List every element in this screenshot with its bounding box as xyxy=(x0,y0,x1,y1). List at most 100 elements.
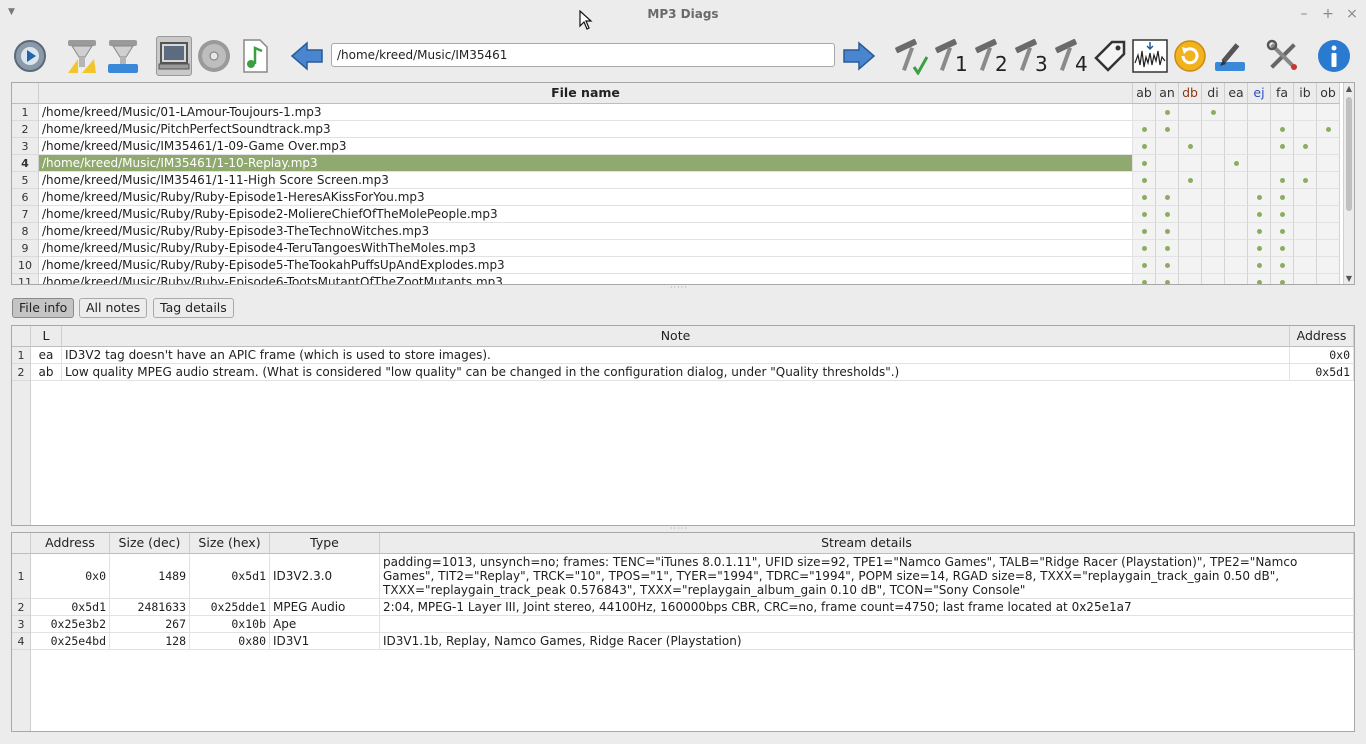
note-cell xyxy=(1225,274,1248,284)
file-name-cell[interactable]: /home/kreed/Music/Ruby/Ruby-Episode3-The… xyxy=(39,223,1133,240)
file-name-cell[interactable]: /home/kreed/Music/Ruby/Ruby-Episode1-Her… xyxy=(39,189,1133,206)
note-column-header[interactable]: ea xyxy=(1225,83,1248,104)
stream-size-hex-cell[interactable]: 0x10b xyxy=(190,616,270,633)
note-present-icon xyxy=(1303,178,1308,183)
stream-type-cell[interactable]: ID3V2.3.0 xyxy=(270,554,380,599)
previous-icon[interactable] xyxy=(289,36,325,76)
note-column-header[interactable]: di xyxy=(1202,83,1225,104)
close-icon[interactable]: × xyxy=(1344,6,1360,22)
stream-details-cell[interactable]: padding=1013, unsynch=no; frames: TENC="… xyxy=(380,554,1354,599)
note-column-header[interactable]: db xyxy=(1179,83,1202,104)
stream-size-dec-cell[interactable]: 1489 xyxy=(110,554,190,599)
custom-normalize-icon[interactable] xyxy=(892,36,928,76)
address-header[interactable]: Address xyxy=(1290,326,1354,347)
stream-size-hex-cell[interactable]: 0x25dde1 xyxy=(190,599,270,616)
file-name-cell[interactable]: /home/kreed/Music/IM35461/1-10-Replay.mp… xyxy=(39,155,1133,172)
note-column-header[interactable]: fa xyxy=(1271,83,1294,104)
file-name-cell[interactable]: /home/kreed/Music/Ruby/Ruby-Episode4-Ter… xyxy=(39,240,1133,257)
note-cell xyxy=(1294,155,1317,172)
note-address-cell[interactable]: 0x0 xyxy=(1290,347,1354,364)
stream-address-cell[interactable]: 0x25e4bd xyxy=(31,633,110,650)
stream-size-dec-cell[interactable]: 128 xyxy=(110,633,190,650)
stream-address-cell[interactable]: 0x0 xyxy=(31,554,110,599)
note-column-header[interactable]: an xyxy=(1156,83,1179,104)
address-header[interactable]: Address xyxy=(31,533,110,554)
path-input[interactable]: /home/kreed/Music/IM35461 xyxy=(331,43,835,67)
splitter-handle-2[interactable]: ····· xyxy=(670,525,688,533)
scroll-down-icon[interactable]: ▼ xyxy=(1344,274,1354,283)
maximize-icon[interactable]: + xyxy=(1320,6,1336,22)
row-number: 1 xyxy=(12,347,31,364)
files-table[interactable]: File name ab an db di ea ej fa ib ob 1/home/kree… xyxy=(11,82,1355,285)
note-cell xyxy=(1156,104,1179,121)
file-name-cell[interactable]: /home/kreed/Music/Ruby/Ruby-Episode6-Too… xyxy=(39,274,1133,284)
file-name-cell[interactable]: /home/kreed/Music/Ruby/Ruby-Episode2-Mol… xyxy=(39,206,1133,223)
size-dec-header[interactable]: Size (dec) xyxy=(110,533,190,554)
streams-table[interactable]: Address Size (dec) Size (hex) Type Strea… xyxy=(11,532,1355,732)
note-present-icon xyxy=(1165,263,1170,268)
transform-2-icon[interactable]: 2 xyxy=(972,36,1008,76)
notes-table[interactable]: L Note Address 1 ea ID3V2 tag doesn't have… xyxy=(11,325,1355,526)
row-number: 1 xyxy=(12,104,39,121)
stream-type-cell[interactable]: Ape xyxy=(270,616,380,633)
rename-icon[interactable] xyxy=(1212,36,1248,76)
file-name-cell[interactable]: /home/kreed/Music/IM35461/1-09-Game Over… xyxy=(39,138,1133,155)
files-scrollbar[interactable]: ▲ ▼ xyxy=(1343,83,1354,284)
minimize-icon[interactable]: – xyxy=(1296,6,1312,22)
stream-size-hex-cell[interactable]: 0x5d1 xyxy=(190,554,270,599)
album-icon[interactable] xyxy=(196,36,232,76)
stream-address-cell[interactable]: 0x5d1 xyxy=(31,599,110,616)
stream-details-cell[interactable]: ID3V1.1b, Replay, Namco Games, Ridge Rac… xyxy=(380,633,1354,650)
stream-size-dec-cell[interactable]: 267 xyxy=(110,616,190,633)
normalize-icon[interactable] xyxy=(1132,36,1168,76)
stream-details-cell[interactable]: 2:04, MPEG-1 Layer III, Joint stereo, 44… xyxy=(380,599,1354,616)
filter-dirs-icon[interactable] xyxy=(105,36,141,76)
note-text-cell[interactable]: ID3V2 tag doesn't have an APIC frame (wh… xyxy=(62,347,1290,364)
tab-tag-details[interactable]: Tag details xyxy=(153,298,234,318)
transform-1-icon[interactable]: 1 xyxy=(932,36,968,76)
stream-type-cell[interactable]: MPEG Audio xyxy=(270,599,380,616)
file-name-header[interactable]: File name xyxy=(39,83,1133,104)
all-files-icon[interactable] xyxy=(156,36,192,76)
splitter-handle[interactable]: ····· xyxy=(670,284,688,292)
single-song-icon[interactable] xyxy=(237,36,273,76)
about-icon[interactable] xyxy=(1316,36,1352,76)
tag-editor-icon[interactable] xyxy=(1092,36,1128,76)
note-column-header[interactable]: ej xyxy=(1248,83,1271,104)
file-name-cell[interactable]: /home/kreed/Music/Ruby/Ruby-Episode5-The… xyxy=(39,257,1133,274)
filter-notes-icon[interactable] xyxy=(64,36,100,76)
tab-file-info[interactable]: File info xyxy=(12,298,75,318)
note-text-cell[interactable]: Low quality MPEG audio stream. (What is … xyxy=(62,364,1290,381)
stream-size-hex-cell[interactable]: 0x80 xyxy=(190,633,270,650)
configure-icon[interactable] xyxy=(1265,36,1301,76)
settings-icon[interactable] xyxy=(12,36,48,76)
file-name-cell[interactable]: /home/kreed/Music/PitchPerfectSoundtrack… xyxy=(39,121,1133,138)
reload-icon[interactable] xyxy=(1172,36,1208,76)
size-hex-header[interactable]: Size (hex) xyxy=(190,533,270,554)
stream-details-cell[interactable] xyxy=(380,616,1354,633)
next-icon[interactable] xyxy=(841,36,877,76)
stream-type-cell[interactable]: ID3V1 xyxy=(270,633,380,650)
note-cell xyxy=(1248,223,1271,240)
note-column-header[interactable]: ib xyxy=(1294,83,1317,104)
note-header[interactable]: Note xyxy=(62,326,1290,347)
stream-address-cell[interactable]: 0x25e3b2 xyxy=(31,616,110,633)
note-level-cell[interactable]: ab xyxy=(31,364,62,381)
note-level-cell[interactable]: ea xyxy=(31,347,62,364)
stream-size-dec-cell[interactable]: 2481633 xyxy=(110,599,190,616)
transform-3-icon[interactable]: 3 xyxy=(1012,36,1048,76)
file-name-cell[interactable]: /home/kreed/Music/IM35461/1-11-High Scor… xyxy=(39,172,1133,189)
note-column-header[interactable]: ob xyxy=(1317,83,1340,104)
note-column-header[interactable]: ab xyxy=(1133,83,1156,104)
note-address-cell[interactable]: 0x5d1 xyxy=(1290,364,1354,381)
level-header[interactable]: L xyxy=(31,326,62,347)
file-name-cell[interactable]: /home/kreed/Music/01-LAmour-Toujours-1.m… xyxy=(39,104,1133,121)
note-cell xyxy=(1156,155,1179,172)
tab-all-notes[interactable]: All notes xyxy=(79,298,148,318)
scroll-up-icon[interactable]: ▲ xyxy=(1344,84,1354,93)
type-header[interactable]: Type xyxy=(270,533,380,554)
transform-4-icon[interactable]: 4 xyxy=(1052,36,1088,76)
files-scroll-thumb[interactable] xyxy=(1346,97,1352,211)
stream-details-header[interactable]: Stream details xyxy=(380,533,1354,554)
note-present-icon xyxy=(1280,144,1285,149)
